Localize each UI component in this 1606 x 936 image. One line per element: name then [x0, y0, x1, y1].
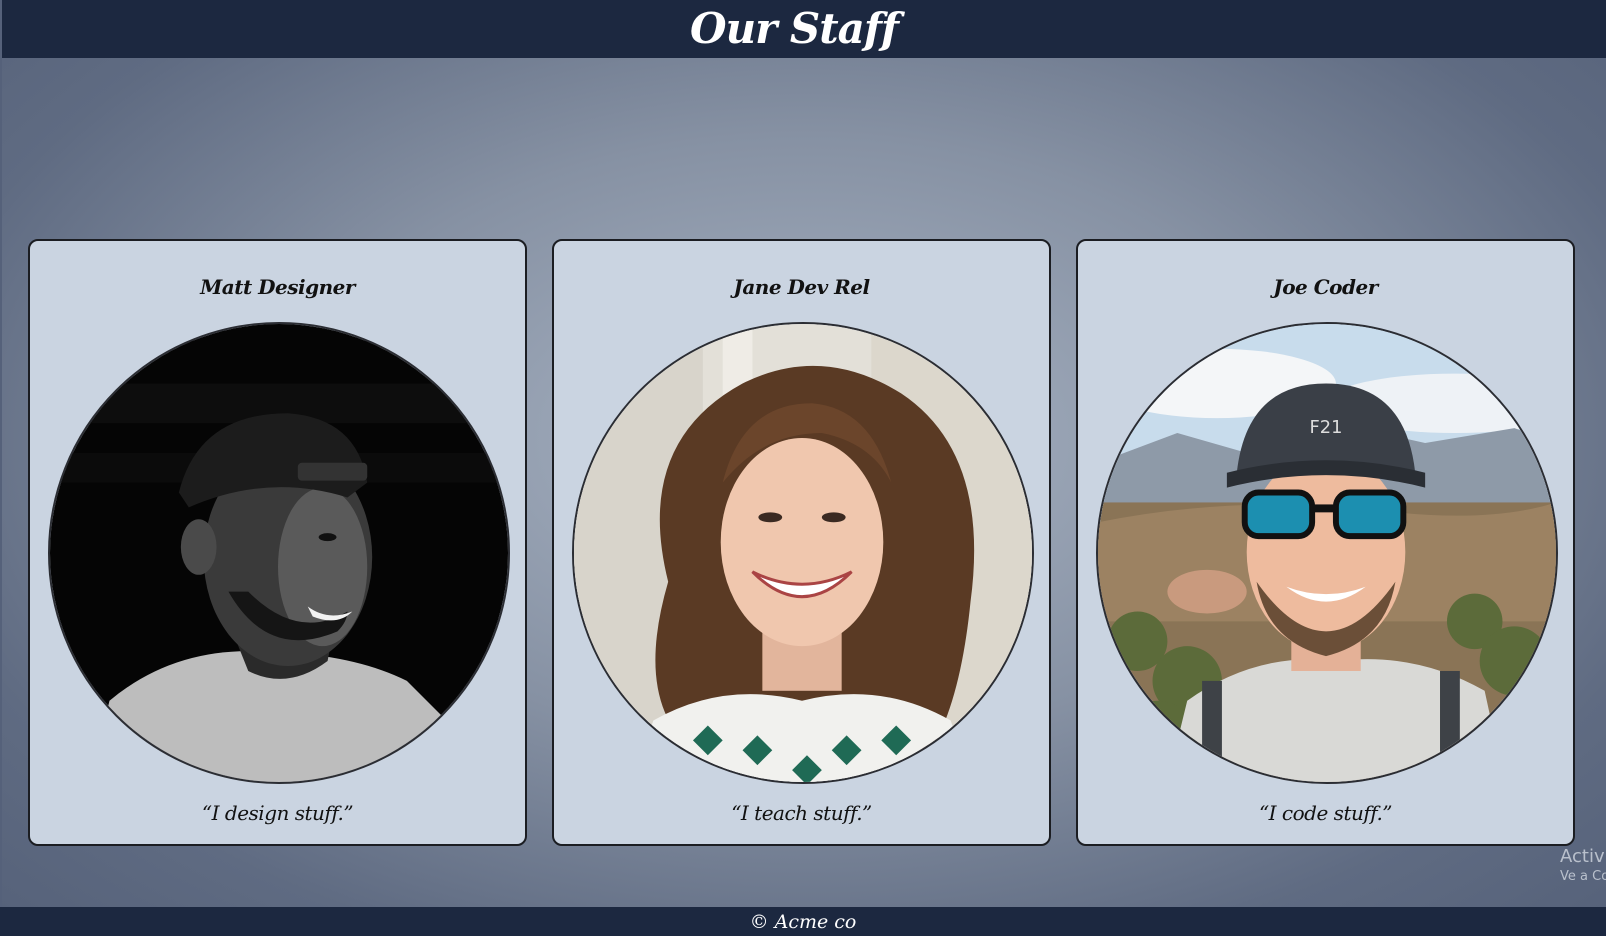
watermark-line2: Ve a Co [1560, 869, 1606, 884]
staff-card-matt: Matt Designer “I design stuff.” [28, 239, 527, 846]
staff-quote: “I code stuff.” [1258, 801, 1393, 825]
watermark-line1: Activ [1560, 846, 1605, 867]
staff-quote: “I teach stuff.” [731, 801, 872, 825]
page-footer: © Acme co [0, 907, 1606, 936]
staff-name: Matt Designer [200, 275, 355, 299]
staff-card-joe: Joe Coder F21 “I code stuff.” [1076, 239, 1575, 846]
svg-text:F21: F21 [1310, 417, 1343, 438]
staff-card-jane: Jane Dev Rel “I teach stuff.” [552, 239, 1051, 846]
page-header: Our Staff [0, 0, 1606, 58]
staff-photo: F21 [1096, 322, 1558, 784]
staff-photo [48, 322, 510, 784]
staff-section: Matt Designer “I design stuff.” Jane Dev… [0, 58, 1606, 907]
page-title: Our Staff [690, 3, 899, 53]
portrait-woman-icon [574, 324, 1032, 782]
os-activation-watermark: Activ Ve a Co [1560, 846, 1606, 886]
staff-name: Joe Coder [1273, 275, 1378, 299]
staff-photo [572, 322, 1034, 784]
portrait-bw-man-icon [50, 324, 508, 782]
staff-quote: “I design stuff.” [201, 801, 354, 825]
copyright-text: © Acme co [749, 910, 857, 933]
portrait-man-sunglasses-icon: F21 [1098, 324, 1556, 782]
staff-name: Jane Dev Rel [733, 275, 870, 299]
